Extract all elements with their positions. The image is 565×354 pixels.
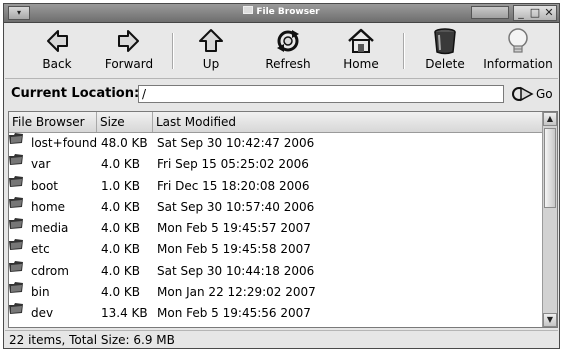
column-header-name[interactable]: File Browser [9, 112, 97, 132]
file-modified: Mon Feb 5 19:45:57 2007 [157, 221, 311, 236]
folder-icon [9, 303, 23, 315]
home-icon [348, 28, 374, 53]
location-bar: Current Location: / Go [5, 80, 558, 108]
file-modified: Mon Feb 5 19:45:58 2007 [157, 242, 311, 257]
file-modified: Sat Sep 30 10:42:47 2006 [157, 136, 315, 150]
file-size: 48.0 KB [101, 136, 148, 150]
up-arrow-icon [199, 29, 223, 52]
information-label: Information [483, 57, 553, 71]
scroll-thumb[interactable] [544, 128, 556, 208]
file-modified: Sat Sep 30 10:44:18 2006 [157, 263, 315, 278]
toolbar: Back Forward Up Refresh Home Delete Info… [5, 23, 558, 79]
file-size: 4.0 KB [101, 157, 140, 172]
file-rows: lost+found 48.0 KB Sat Sep 30 10:42:47 200… [9, 133, 543, 325]
file-size: 1.0 KB [101, 178, 140, 193]
lightbulb-icon [508, 28, 528, 53]
list-item[interactable]: dev 13.4 KB Mon Feb 5 19:45:56 2007 [9, 303, 543, 324]
forward-button[interactable]: Forward [97, 27, 161, 75]
file-name: etc [31, 242, 50, 257]
refresh-icon [277, 30, 299, 52]
file-name: lost+found [31, 136, 98, 150]
list-item[interactable]: boot 1.0 KB Fri Dec 15 18:20:08 2006 [9, 175, 543, 197]
folder-icon [9, 218, 23, 230]
list-item[interactable]: cdrom 4.0 KB Sat Sep 30 10:44:18 2006 [9, 260, 543, 282]
file-name: boot [31, 178, 59, 193]
scroll-up-arrow[interactable]: ▲ [543, 112, 557, 126]
back-arrow-icon [47, 30, 68, 52]
file-modified: Fri Dec 15 18:20:08 2006 [157, 178, 310, 193]
home-button[interactable]: Home [339, 27, 383, 75]
folder-icon [9, 196, 23, 208]
up-button[interactable]: Up [189, 27, 233, 75]
folder-icon [9, 175, 23, 187]
file-modified: Sat Sep 30 10:57:40 2006 [157, 199, 315, 214]
refresh-button[interactable]: Refresh [259, 27, 317, 75]
folder-icon [9, 133, 23, 144]
folder-icon [9, 260, 23, 272]
list-item[interactable]: home 4.0 KB Sat Sep 30 10:57:40 2006 [9, 196, 543, 218]
window-icon [243, 6, 254, 14]
file-modified: Mon Jan 22 12:29:02 2007 [157, 285, 316, 300]
window-title-text: File Browser [256, 7, 320, 17]
scroll-down-arrow[interactable]: ▼ [543, 313, 557, 327]
close-button[interactable]: ✕ [542, 6, 556, 20]
folder-icon [9, 239, 23, 251]
column-header-modified[interactable]: Last Modified [153, 112, 543, 132]
toolbar-separator [172, 33, 174, 69]
file-list[interactable]: File Browser Size Last Modified lost+fou… [8, 111, 558, 328]
file-name: dev [31, 306, 54, 321]
file-browser-window: ▾ File Browser _ □ ✕ Back Forward Up Ref… [3, 3, 560, 349]
forward-label: Forward [104, 57, 154, 71]
file-name: var [31, 157, 51, 172]
list-header: File Browser Size Last Modified [9, 112, 543, 133]
column-header-size[interactable]: Size [97, 112, 153, 132]
list-item[interactable]: lost+found 48.0 KB Sat Sep 30 10:42:47 200… [9, 133, 543, 154]
go-button[interactable]: Go [512, 84, 553, 104]
delete-label: Delete [425, 57, 465, 71]
file-size: 4.0 KB [101, 285, 140, 300]
file-size: 13.4 KB [101, 306, 148, 321]
folder-icon [9, 282, 23, 294]
titlebar-grip[interactable] [471, 6, 509, 19]
file-modified: Fri Sep 15 05:25:02 2006 [157, 157, 309, 172]
delete-button[interactable]: Delete [420, 27, 470, 75]
location-input[interactable]: / [138, 85, 504, 103]
minimize-button[interactable]: _ [514, 6, 528, 20]
file-size: 4.0 KB [101, 221, 140, 236]
list-item[interactable]: bin 4.0 KB Mon Jan 22 12:29:02 2007 [9, 282, 543, 303]
home-label: Home [343, 57, 379, 71]
refresh-label: Refresh [265, 57, 311, 71]
back-button[interactable]: Back [27, 27, 87, 75]
toolbar-separator [403, 33, 405, 69]
file-name: media [31, 221, 69, 236]
file-size: 4.0 KB [101, 242, 140, 257]
trash-icon [434, 28, 456, 55]
file-name: home [31, 199, 66, 214]
forward-arrow-icon [118, 30, 139, 52]
go-label: Go [536, 87, 553, 101]
folder-icon [9, 154, 23, 166]
information-button[interactable]: Information [481, 27, 555, 75]
status-text: 22 items, Total Size: 6.9 MB [9, 333, 175, 347]
file-name: cdrom [31, 263, 69, 278]
file-size: 4.0 KB [101, 199, 140, 214]
list-item[interactable]: var 4.0 KB Fri Sep 15 05:25:02 2006 [9, 154, 543, 175]
list-item[interactable]: etc 4.0 KB Mon Feb 5 19:45:58 2007 [9, 239, 543, 260]
up-label: Up [202, 57, 220, 71]
file-name: bin [31, 285, 50, 300]
file-size: 4.0 KB [101, 263, 140, 278]
title-bar[interactable]: ▾ File Browser _ □ ✕ [4, 4, 559, 23]
location-label: Current Location: [11, 86, 140, 101]
status-bar: 22 items, Total Size: 6.9 MB [5, 330, 558, 349]
back-label: Back [42, 57, 72, 71]
maximize-button[interactable]: □ [528, 6, 542, 20]
list-item[interactable]: media 4.0 KB Mon Feb 5 19:45:57 2007 [9, 218, 543, 239]
vertical-scrollbar[interactable]: ▲ ▼ [542, 112, 557, 327]
file-modified: Mon Feb 5 19:45:56 2007 [157, 306, 311, 321]
go-icon [512, 86, 534, 102]
